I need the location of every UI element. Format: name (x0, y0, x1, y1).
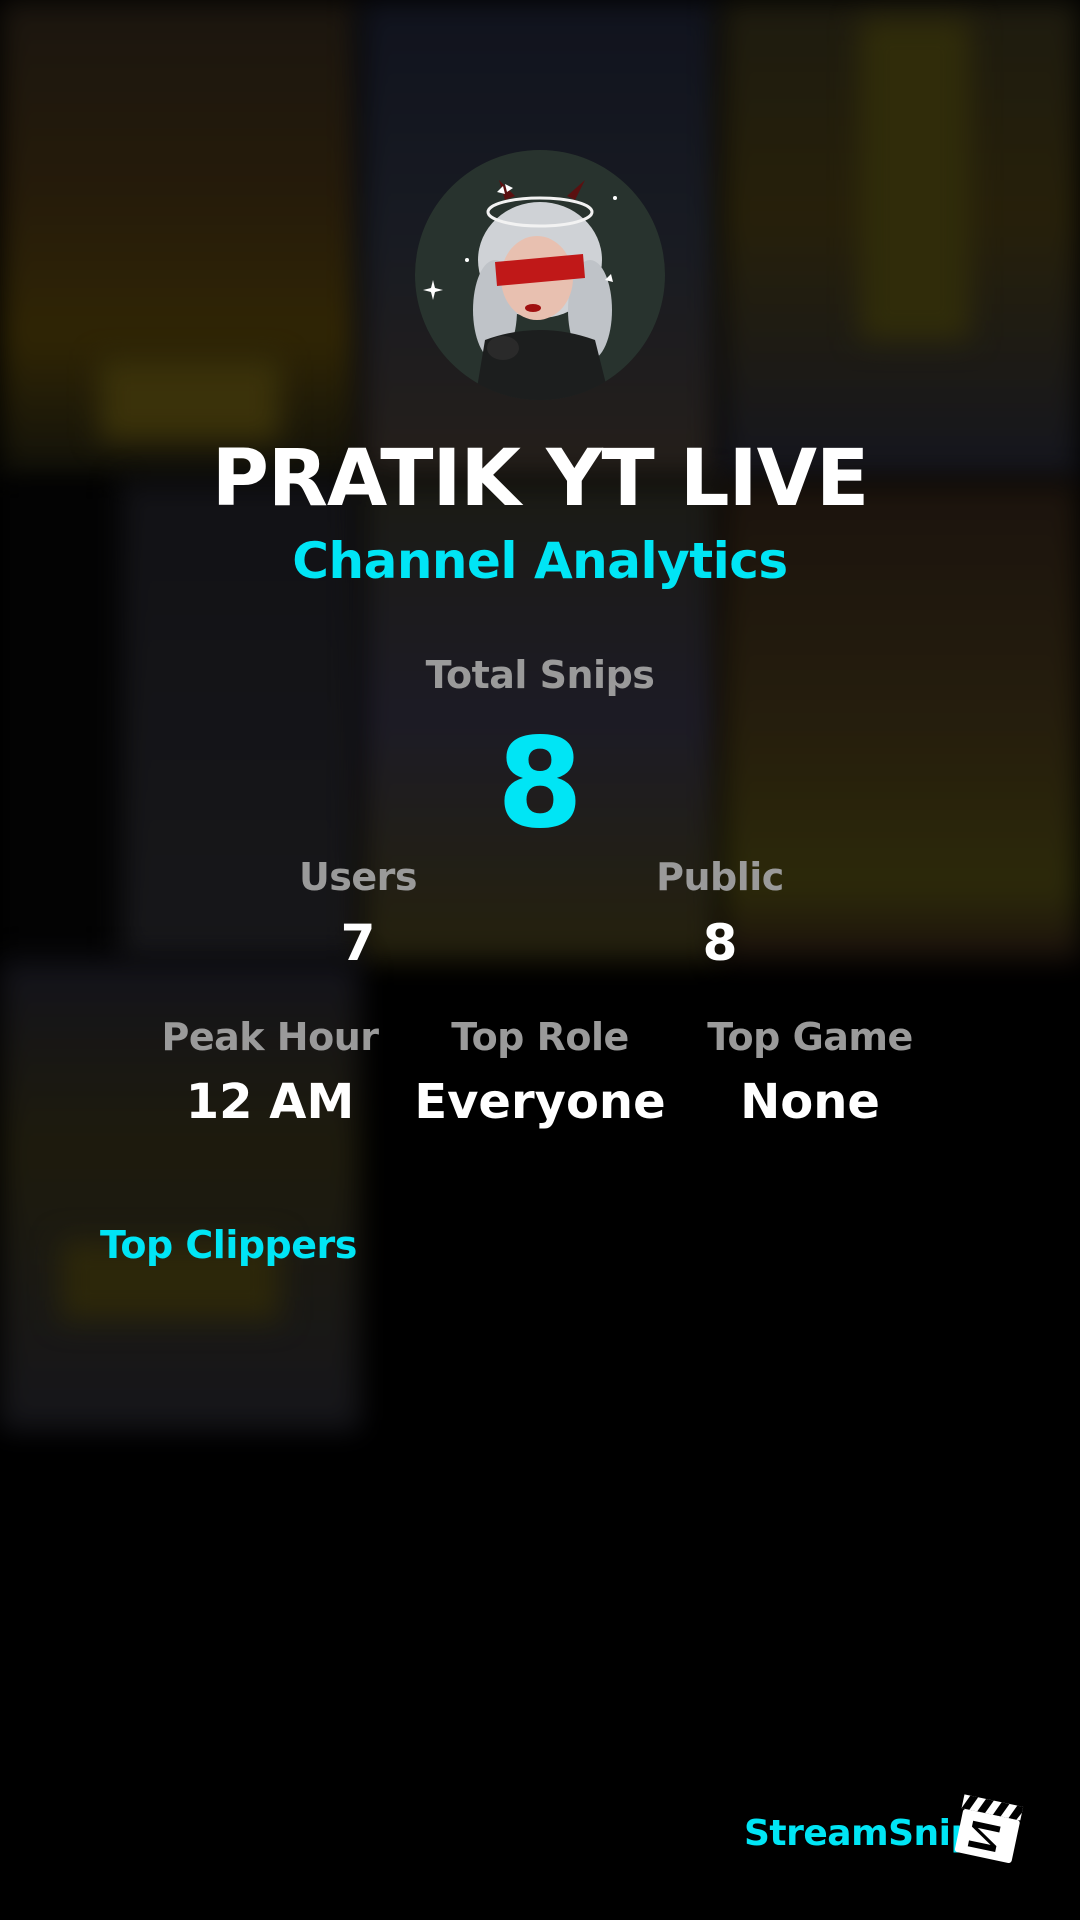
users-value: 7 (340, 914, 376, 972)
peak-hour-label: Peak Hour (161, 1015, 379, 1059)
channel-avatar (415, 150, 665, 400)
public-value: 8 (702, 914, 738, 972)
total-snips-label: Total Snips (425, 653, 655, 697)
peak-hour-value: 12 AM (185, 1074, 355, 1130)
total-snips-value: 8 (496, 712, 584, 856)
public-label: Public (656, 855, 784, 899)
channel-name: PRATIK YT LIVE (211, 434, 870, 524)
top-role-label: Top Role (451, 1015, 629, 1059)
analytics-card: PRATIK YT LIVE Channel Analytics Total S… (0, 0, 1080, 1920)
users-label: Users (298, 855, 418, 899)
avatar-illustration (415, 150, 665, 400)
page-subtitle: Channel Analytics (292, 532, 788, 590)
top-game-label: Top Game (707, 1015, 913, 1059)
top-clippers-heading: Top Clippers (100, 1223, 357, 1267)
top-role-value: Everyone (414, 1074, 666, 1130)
brand-name: StreamSnip (744, 1813, 976, 1854)
top-game-value: None (740, 1074, 880, 1130)
clapperboard-icon (948, 1788, 1028, 1868)
